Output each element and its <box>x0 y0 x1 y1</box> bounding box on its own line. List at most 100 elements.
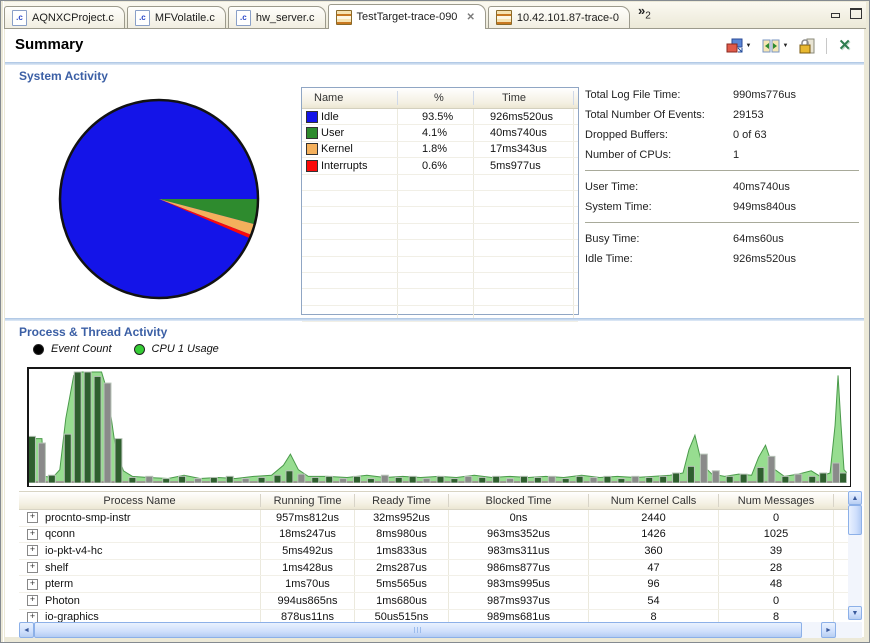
process-name-label: pterm <box>45 578 74 591</box>
process-table-header: Process Name Running Time Ready Time Blocke… <box>19 491 862 510</box>
horizontal-scrollbar[interactable]: ◄ ► <box>19 622 848 638</box>
process-cell: 1ms833us <box>355 543 449 559</box>
legend-item: Event Count <box>33 343 112 355</box>
editor-tab[interactable]: .c AQNXCProject.c <box>4 6 125 28</box>
system-table-empty-row <box>302 223 578 241</box>
legend-color-chip <box>306 127 318 140</box>
process-cell: 0ns <box>449 510 589 526</box>
system-column-header[interactable]: Time <box>474 91 574 105</box>
system-table-row[interactable]: Kernel 1.8% 17ms343us <box>302 141 578 159</box>
scroll-down-icon[interactable]: ▼ <box>848 606 862 620</box>
editor-tab[interactable]: TestTarget-trace-090 ✕ <box>327 4 486 29</box>
close-summary-button[interactable]: ✕ <box>835 36 854 56</box>
event-count-bar <box>366 478 375 484</box>
stat-value: 1 <box>733 149 740 161</box>
system-column-header[interactable]: Name <box>302 91 398 105</box>
stat-label: System Time: <box>585 201 652 213</box>
system-column-header[interactable]: % <box>398 91 474 105</box>
horizontal-scrollbar-thumb[interactable] <box>34 622 802 638</box>
stat-row: System Time: 949ms840us <box>585 197 859 217</box>
system-activity-title: System Activity <box>19 69 108 83</box>
vertical-scrollbar[interactable]: ▲ ▼ <box>848 491 862 620</box>
c-file-icon: .c <box>12 9 27 26</box>
system-cell-name: Kernel <box>302 141 398 158</box>
expand-icon[interactable]: + <box>27 595 38 607</box>
stat-label: Dropped Buffers: <box>585 129 668 141</box>
expand-icon[interactable]: + <box>27 562 38 574</box>
vertical-scrollbar-thumb[interactable] <box>848 505 862 535</box>
display-mode-button[interactable]: ▼ <box>723 35 755 57</box>
editor-tab[interactable]: 10.42.101.87-trace-0 <box>487 6 630 28</box>
process-table: Process Name Running Time Ready Time Blocke… <box>19 491 862 638</box>
process-table-row[interactable]: + Photon 994us865ns 1ms680us 987ms937us 54 0 <box>19 592 862 610</box>
event-count-bar <box>832 462 841 484</box>
c-file-icon: .c <box>134 9 150 26</box>
process-cell: 28 <box>719 559 834 576</box>
system-cell-percent: 4.1% <box>398 125 474 141</box>
process-table-row[interactable]: + io-pkt-v4-hc 5ms492us 1ms833us 983ms311us 3… <box>19 543 862 560</box>
dropdown-caret-icon[interactable]: ▼ <box>782 43 788 49</box>
tab-label: hw_server.c <box>255 11 315 24</box>
scroll-right-icon[interactable]: ► <box>821 622 836 638</box>
page-title: Summary <box>15 36 84 53</box>
lock-button[interactable] <box>796 35 818 57</box>
expand-icon[interactable]: + <box>27 545 38 557</box>
stat-row: Total Number Of Events: 29153 <box>585 105 859 125</box>
system-table-empty-row <box>302 174 578 191</box>
event-count-bar <box>781 475 790 484</box>
stat-value: 990ms776us <box>733 89 796 101</box>
process-cell: 96 <box>589 576 719 592</box>
expand-icon[interactable]: + <box>27 512 38 524</box>
tab-label: AQNXCProject.c <box>32 11 114 24</box>
vertical-scrollbar-track[interactable] <box>848 535 862 606</box>
process-table-row[interactable]: + qconn 18ms247us 8ms980us 963ms352us 1426 102… <box>19 526 862 544</box>
process-column-header[interactable]: Num Messages <box>719 494 834 507</box>
system-name-label: Kernel <box>321 143 353 156</box>
stat-value: 926ms520us <box>733 253 796 265</box>
maximize-icon[interactable] <box>850 8 862 19</box>
editor-tab-bar: .c AQNXCProject.c .c MFVolatile.c .c hw_serve… <box>4 2 866 29</box>
process-column-header[interactable]: Process Name <box>19 494 261 507</box>
process-table-row[interactable]: + pterm 1ms70us 5ms565us 983ms995us 96 48 <box>19 576 862 593</box>
process-column-header[interactable]: Num Kernel Calls <box>589 494 719 507</box>
event-count-bar <box>767 455 776 484</box>
process-table-row[interactable]: + procnto-smp-instr 957ms812us 32ms952us 0ns… <box>19 510 862 527</box>
event-count-bar <box>492 475 501 484</box>
tab-overflow-chevron[interactable]: »2 <box>638 3 651 22</box>
c-file-icon: .c <box>235 9 251 26</box>
view-toolbar: ▼ ▼ ✕ <box>723 35 854 57</box>
sync-panes-button[interactable]: ▼ <box>759 35 791 57</box>
tab-close-icon[interactable]: ✕ <box>466 12 474 23</box>
event-count-bar <box>209 476 218 484</box>
process-cell: + qconn <box>19 526 261 543</box>
expand-icon[interactable]: + <box>27 578 38 590</box>
process-activity-title: Process & Thread Activity <box>19 325 168 339</box>
system-cell-percent: 0.6% <box>398 158 474 174</box>
summary-statistics: Total Log File Time: 990ms776us Total Numb… <box>585 85 859 269</box>
toolbar-separator <box>826 38 828 54</box>
process-cell: 18ms247us <box>261 526 355 543</box>
process-table-row[interactable]: + shelf 1ms428us 2ms287us 986ms877us 47 28 <box>19 559 862 577</box>
system-table-row[interactable]: User 4.1% 40ms740us <box>302 125 578 142</box>
process-cell: 32ms952us <box>355 510 449 526</box>
event-count-bar <box>561 478 570 484</box>
dropdown-caret-icon[interactable]: ▼ <box>746 43 752 49</box>
lock-icon <box>799 38 815 54</box>
minimize-icon[interactable] <box>830 8 842 19</box>
system-table-row[interactable]: Interrupts 0.6% 5ms977us <box>302 158 578 175</box>
process-cell: 963ms352us <box>449 526 589 543</box>
event-count-bar <box>631 475 640 484</box>
section-separator <box>5 318 864 321</box>
scroll-up-icon[interactable]: ▲ <box>848 491 862 505</box>
editor-tab[interactable]: .c hw_server.c <box>227 6 326 28</box>
expand-icon[interactable]: + <box>27 528 38 540</box>
stat-label: Idle Time: <box>585 253 633 265</box>
process-column-header[interactable]: Ready Time <box>355 494 449 507</box>
system-table-row[interactable]: Idle 93.5% 926ms520us <box>302 109 578 126</box>
editor-tab[interactable]: .c MFVolatile.c <box>126 6 226 28</box>
event-count-bar <box>478 476 487 484</box>
scroll-left-icon[interactable]: ◄ <box>19 622 34 638</box>
process-column-header[interactable]: Blocked Time <box>449 494 589 507</box>
process-column-header[interactable]: Running Time <box>261 494 355 507</box>
event-count-bar <box>603 475 612 484</box>
